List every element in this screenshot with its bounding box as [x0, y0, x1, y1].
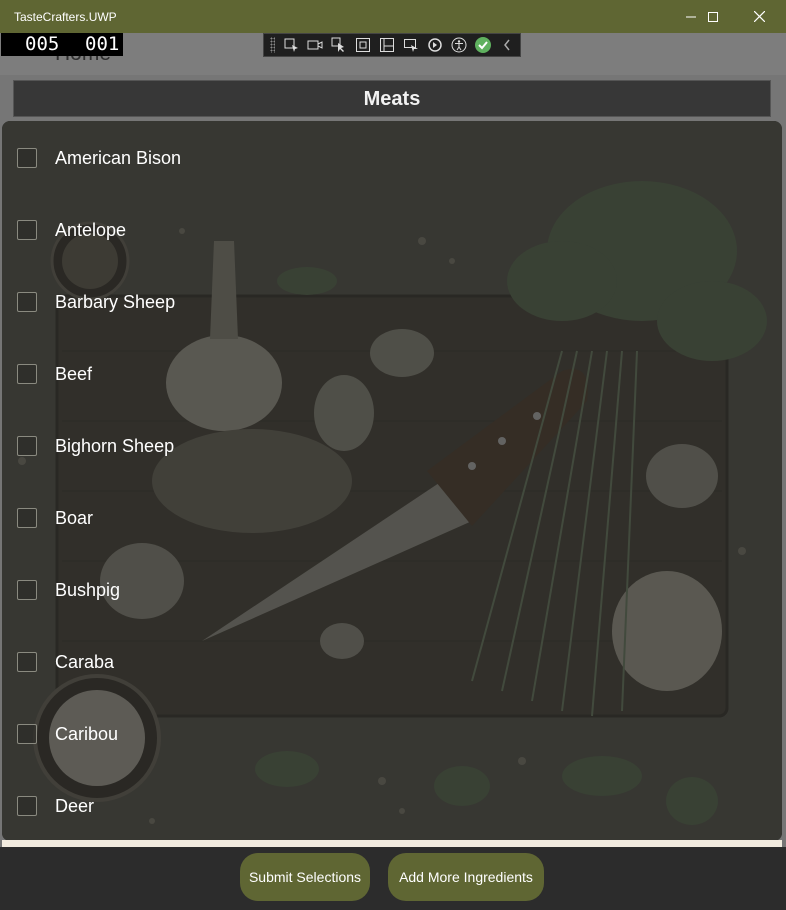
- layout-adorner-icon[interactable]: [376, 34, 397, 56]
- ingredient-checkbox[interactable]: [17, 580, 37, 600]
- category-header: Meats: [13, 80, 771, 117]
- list-item[interactable]: Antelope: [2, 198, 782, 262]
- ingredient-label: Antelope: [55, 219, 127, 240]
- list-item[interactable]: American Bison: [2, 126, 782, 190]
- action-footer: Submit Selections Add More Ingredients: [0, 847, 786, 910]
- ingredient-list-panel: American Bison Antelope Barbary Sheep Be…: [2, 121, 782, 841]
- window-title: TasteCrafters.UWP: [14, 10, 117, 24]
- hot-reload-icon[interactable]: [424, 34, 445, 56]
- maximize-button[interactable]: [690, 0, 736, 33]
- ingredient-checkbox[interactable]: [17, 220, 37, 240]
- ingredient-label: Caraba: [55, 651, 115, 672]
- ingredient-checkbox[interactable]: [17, 364, 37, 384]
- maximize-icon: [708, 11, 718, 22]
- close-icon: [753, 11, 765, 22]
- ingredient-checkbox[interactable]: [17, 436, 37, 456]
- ingredient-label: Beef: [55, 363, 93, 384]
- select-element-icon[interactable]: [281, 34, 302, 56]
- list-item[interactable]: Beef: [2, 342, 782, 406]
- accessibility-icon[interactable]: [448, 34, 469, 56]
- ingredient-checkbox[interactable]: [17, 796, 37, 816]
- frame-counter-right: 001: [85, 33, 120, 55]
- ingredient-label: Caribou: [55, 723, 119, 744]
- ingredient-label: Barbary Sheep: [55, 291, 176, 312]
- list-item[interactable]: Deer: [2, 774, 782, 838]
- frame-rate-counter: 005 001: [1, 33, 123, 56]
- pointer-icon[interactable]: [329, 34, 350, 56]
- submit-selections-button[interactable]: Submit Selections: [240, 853, 370, 901]
- ingredient-checkbox[interactable]: [17, 724, 37, 744]
- ingredient-checkbox[interactable]: [17, 652, 37, 672]
- ingredient-label: Bushpig: [55, 579, 121, 600]
- list-item[interactable]: Barbary Sheep: [2, 270, 782, 334]
- ingredient-label: Deer: [55, 795, 95, 816]
- ingredient-checkbox[interactable]: [17, 508, 37, 528]
- video-icon[interactable]: [305, 34, 326, 56]
- panel-divider: [2, 840, 782, 847]
- ingredient-label: Bighorn Sheep: [55, 435, 175, 456]
- list-item[interactable]: Bighorn Sheep: [2, 414, 782, 478]
- list-item[interactable]: Boar: [2, 486, 782, 550]
- list-item[interactable]: Caribou: [2, 702, 782, 766]
- debug-toolbar: [263, 33, 521, 57]
- collapse-chevron-icon[interactable]: [496, 34, 517, 56]
- element-bounds-icon[interactable]: [353, 34, 374, 56]
- track-focus-icon[interactable]: [400, 34, 421, 56]
- ingredient-label: American Bison: [55, 147, 182, 168]
- ingredient-checkbox[interactable]: [17, 292, 37, 312]
- drag-grip-icon[interactable]: [270, 37, 275, 53]
- add-more-ingredients-button[interactable]: Add More Ingredients: [388, 853, 544, 901]
- ingredient-checkbox[interactable]: [17, 148, 37, 168]
- check-icon[interactable]: [472, 34, 493, 56]
- list-item[interactable]: Caraba: [2, 630, 782, 694]
- ingredient-label: Boar: [55, 507, 94, 528]
- app-content: Home 005 001: [0, 33, 786, 910]
- window-titlebar: TasteCrafters.UWP: [0, 0, 786, 33]
- close-button[interactable]: [736, 0, 782, 33]
- frame-counter-left: 005: [25, 33, 60, 55]
- list-item[interactable]: Bushpig: [2, 558, 782, 622]
